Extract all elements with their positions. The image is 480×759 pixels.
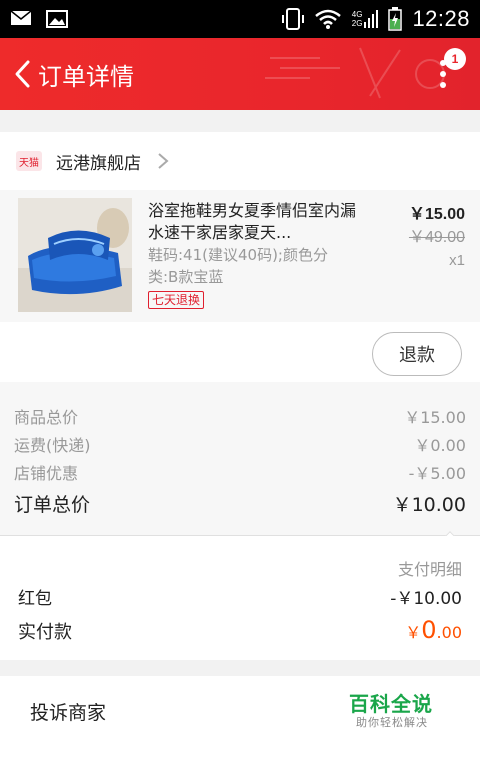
original-price: ￥49.00 (408, 229, 465, 246)
notification-badge: 1 (444, 48, 466, 70)
hongbao-label: 红包 (18, 589, 52, 609)
status-bar: 4G 2G 12:28 (0, 0, 480, 38)
wifi-icon (314, 9, 341, 29)
order-total-label: 订单总价 (14, 494, 91, 516)
order-total-value: ￥10.00 (392, 494, 466, 516)
watermark-slogan: 助你轻松解决 (356, 716, 428, 729)
product-title[interactable]: 浴室拖鞋男女夏季情侣室内漏水速干家居家夏天... (148, 200, 356, 244)
hongbao-row: 红包 -￥10.00 (18, 584, 462, 609)
battery-charging-icon (388, 7, 403, 31)
payment-detail-label: 支付明细 (397, 560, 462, 579)
complain-merchant-button[interactable]: 投诉商家 (30, 698, 106, 725)
back-button[interactable] (2, 38, 42, 110)
quantity: x1 (449, 252, 465, 269)
summary-label: 运费(快递) (14, 436, 91, 455)
hongbao-value: -￥10.00 (390, 589, 462, 609)
summary-value: -￥5.00 (408, 464, 466, 483)
signal-bars-icon (364, 10, 379, 28)
network-type-bottom: 2G (351, 19, 363, 28)
actual-paid-row: 实付款 ￥0.00 (18, 616, 462, 644)
payment-details: 支付明细 红包 -￥10.00 实付款 ￥0.00 (0, 536, 480, 660)
watermark-logo: 百科全说 (349, 692, 433, 716)
amount-integer: 0 (421, 616, 437, 644)
summary-value: ￥0.00 (414, 436, 466, 455)
mail-icon (10, 10, 32, 25)
vibrate-icon (281, 8, 304, 30)
chevron-right-icon (158, 153, 169, 169)
refund-button[interactable]: 退款 (372, 332, 462, 376)
product-image[interactable] (18, 198, 132, 312)
signal-indicator: 4G 2G (352, 10, 379, 28)
summary-row: 运费(快递) ￥0.00 (14, 432, 466, 456)
seven-day-return-tag: 七天退换 (148, 291, 205, 309)
actual-paid-amount: ￥0.00 (405, 616, 462, 644)
summary-row: 商品总价 ￥15.00 (14, 404, 466, 428)
clock: 12:28 (412, 6, 470, 31)
network-type-top: 4G (351, 10, 363, 19)
nav-bar: 订单详情 1 (0, 38, 480, 110)
price-summary: 商品总价 ￥15.00 运费(快递) ￥0.00 店铺优惠 -￥5.00 订单总… (0, 382, 480, 551)
back-arrow-icon (15, 60, 30, 88)
page-title: 订单详情 (38, 62, 134, 91)
amount-decimal: .00 (436, 623, 462, 642)
summary-row: 店铺优惠 -￥5.00 (14, 460, 466, 484)
shop-row[interactable]: 天猫 远港旗舰店 (0, 132, 480, 190)
slipper-image (18, 198, 132, 312)
summary-label: 商品总价 (14, 408, 79, 427)
tmall-logo-icon: 天猫 (16, 151, 42, 171)
bottom-action-bar: 投诉商家 百科全说 助你轻松解决 (0, 676, 480, 759)
shop-name: 远港旗舰店 (56, 153, 141, 174)
summary-value: ￥15.00 (404, 408, 466, 427)
product-row[interactable]: 浴室拖鞋男女夏季情侣室内漏水速干家居家夏天... 鞋码:41(建议40码);颜色… (0, 190, 480, 322)
product-price: ￥15.00 (408, 206, 465, 223)
order-total-row: 订单总价 ￥10.00 (14, 490, 466, 517)
product-spec: 鞋码:41(建议40码);颜色分类:B款宝蓝 (148, 246, 328, 286)
currency-symbol: ￥ (405, 623, 422, 642)
summary-label: 店铺优惠 (14, 464, 79, 483)
image-icon (46, 10, 68, 28)
actual-paid-label: 实付款 (18, 622, 72, 643)
shop-card: 天猫 远港旗舰店 浴室拖鞋男女夏季情侣室内漏水速干家居家夏天... 鞋码:41(… (0, 132, 480, 382)
